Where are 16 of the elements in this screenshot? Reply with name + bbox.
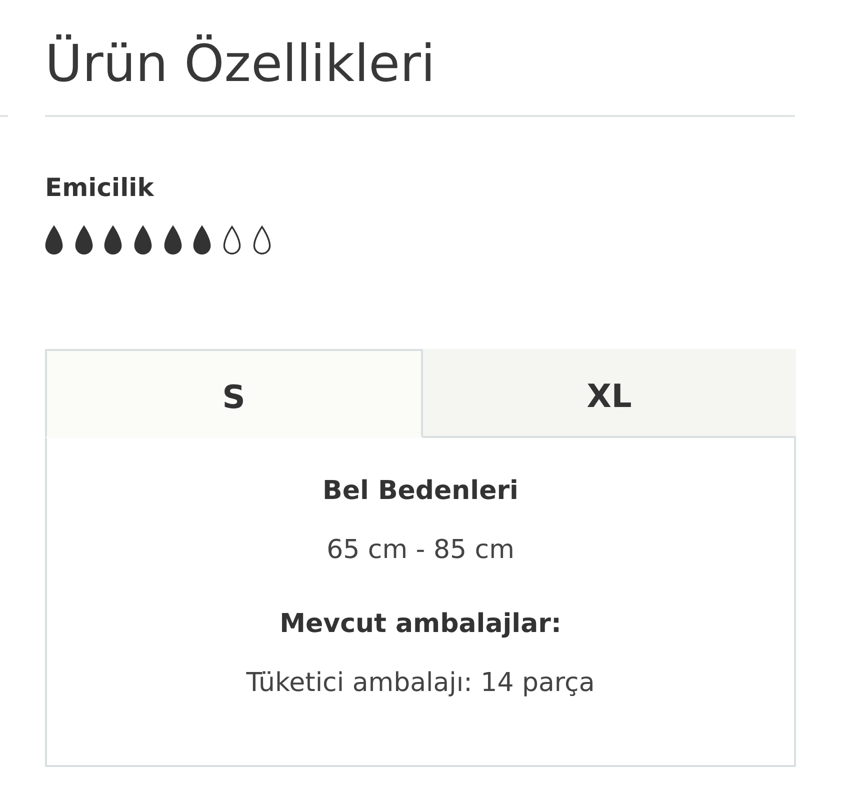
filled-drop-icon <box>45 225 63 255</box>
size-tab[interactable]: XL <box>422 349 796 438</box>
empty-drop-icon <box>252 225 271 255</box>
empty-drop-icon <box>223 225 242 255</box>
filled-drop-icon <box>104 225 122 255</box>
filled-drop-icon <box>74 225 93 255</box>
filled-drop-icon <box>134 225 152 255</box>
details-value: 65 cm - 85 cm <box>326 534 514 566</box>
filled-drop-icon <box>164 225 182 255</box>
absorbency-label: Emicilik <box>45 173 154 203</box>
section-title: Ürün Özellikleri <box>45 35 436 95</box>
details-heading: Mevcut ambalajlar: <box>280 608 562 640</box>
size-tab[interactable]: S <box>45 349 422 438</box>
filled-drop-icon <box>193 225 212 255</box>
details-heading: Bel Bedenleri <box>322 475 518 507</box>
details-value: Tüketici ambalajı: 14 parça <box>246 667 595 699</box>
